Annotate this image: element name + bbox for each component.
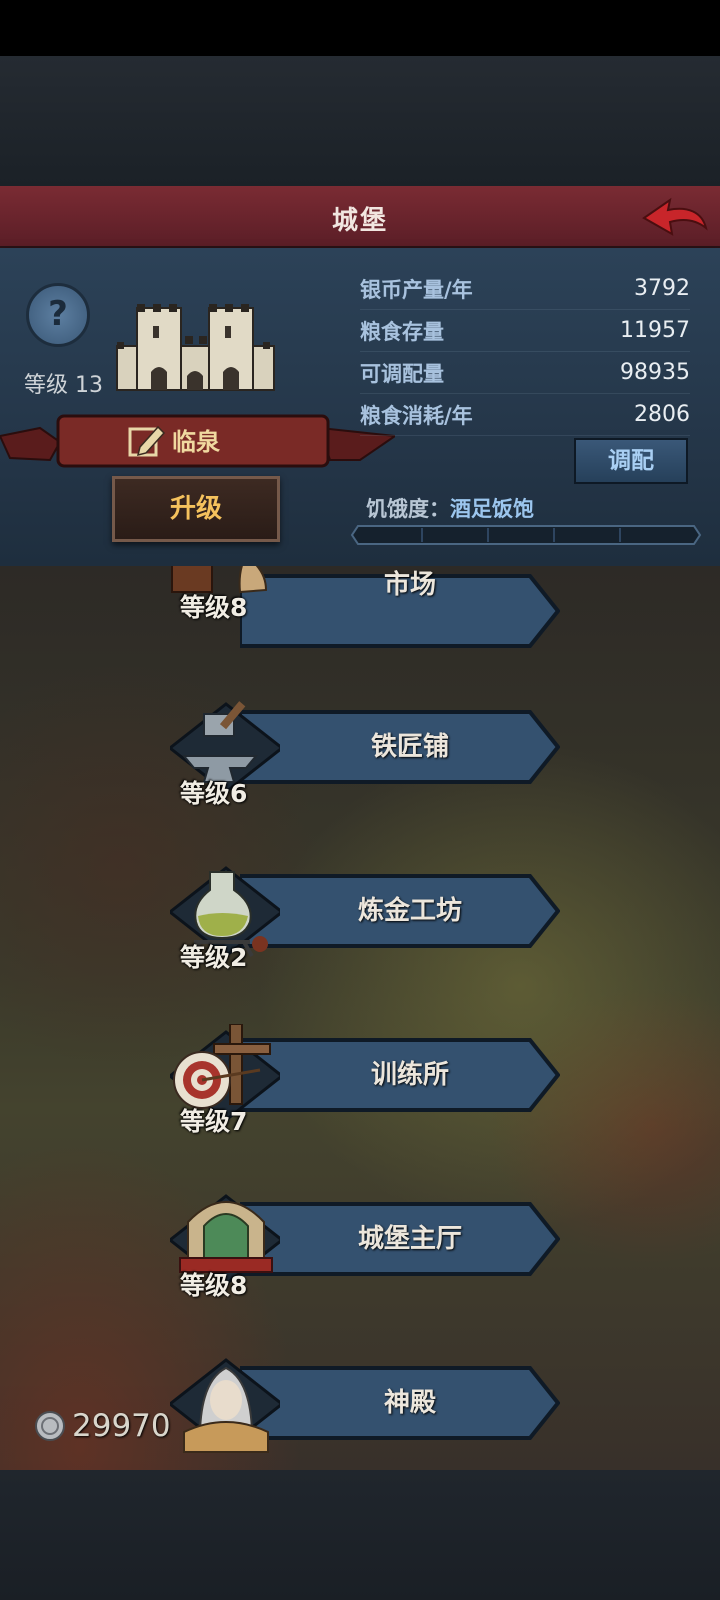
status-bar [0,0,720,56]
castle-name[interactable]: 临泉 [128,422,328,457]
stat-row-allocatable: 可调配量 98935 [360,352,690,394]
stat-label: 粮食消耗/年 [360,403,473,428]
building-training[interactable]: 训练所 等级7 [170,1024,560,1136]
building-name: 炼金工坊 [357,896,462,926]
stats-list: 银币产量/年 3792 粮食存量 11957 可调配量 98935 粮食消耗/年… [360,268,690,436]
page-title: 城堡 [331,206,388,236]
building-blacksmith[interactable]: 铁匠铺 等级6 [170,696,560,808]
building-name: 市场 [383,570,436,600]
silver-coin-icon [35,1411,65,1441]
stat-row-grain-consumption: 粮食消耗/年 2806 [360,394,690,436]
help-button[interactable]: ? [26,283,90,347]
stat-value: 3792 [634,276,690,301]
building-name: 神殿 [383,1388,436,1418]
building-temple[interactable]: 神殿 [170,1352,560,1453]
stat-value: 11957 [620,318,690,343]
title-bar: 城堡 [0,186,720,249]
stat-row-grain-stock: 粮食存量 11957 [360,310,690,352]
building-alchemy[interactable]: 炼金工坊 等级2 [170,860,560,972]
allocate-button[interactable]: 调配 [574,438,688,484]
silver-amount: 29970 [72,1408,171,1444]
building-level: 等级8 [180,1271,248,1300]
upgrade-button[interactable]: 升级 [112,476,280,542]
silver-currency: 29970 [34,1408,171,1444]
stat-value: 2806 [634,402,690,427]
building-level: 等级2 [180,943,248,972]
bottom-background [0,1470,720,1600]
hunger-bar [350,525,702,545]
castle-level: 等级 13 [24,373,103,398]
building-name: 城堡主厅 [357,1224,462,1254]
town-background: 市场 等级8 铁匠铺 等级6 炼金工坊 等级2 训练所 等级7 城堡主厅 等级8… [0,566,720,1470]
building-level: 等级6 [180,779,248,808]
stat-label: 可调配量 [360,361,444,386]
castle-icon [116,304,275,391]
castle-name-text: 临泉 [172,428,220,456]
building-name: 铁匠铺 [370,732,449,762]
stat-label: 银币产量/年 [360,277,473,302]
building-level: 等级7 [180,1107,248,1136]
building-market[interactable]: 市场 等级8 [170,566,560,656]
hunger-value: 酒足饭饱 [450,497,534,521]
priestess-icon [170,1358,280,1453]
hunger-label: 饥饿度： [366,497,450,521]
building-level: 等级8 [180,593,248,622]
building-name: 训练所 [370,1060,449,1090]
building-great-hall[interactable]: 城堡主厅 等级8 [170,1188,560,1300]
top-background [0,56,720,186]
hunger-status: 饥饿度：酒足饭饱 [366,493,534,523]
stat-row-silver: 银币产量/年 3792 [360,268,690,310]
stat-value: 98935 [620,360,690,385]
stat-label: 粮食存量 [360,319,444,344]
back-arrow-icon[interactable] [640,192,710,240]
